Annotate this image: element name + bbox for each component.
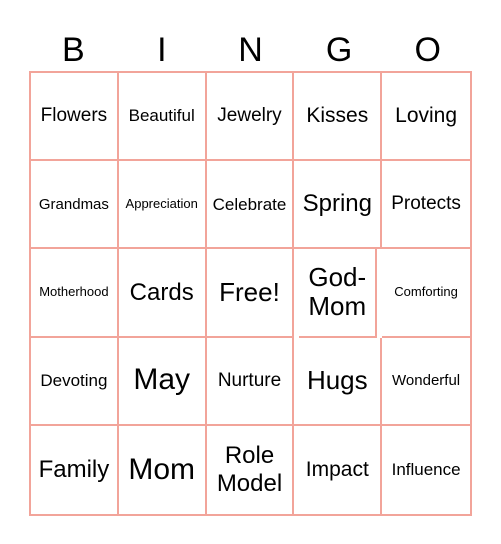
bingo-cell[interactable]: Impact bbox=[294, 425, 383, 514]
bingo-cell[interactable]: Beautiful bbox=[118, 73, 207, 162]
bingo-cell[interactable]: Motherhood bbox=[31, 249, 119, 338]
bingo-cell[interactable]: Influence bbox=[382, 426, 470, 514]
bingo-cell[interactable]: Family bbox=[31, 425, 119, 514]
bingo-cell[interactable]: Flowers bbox=[31, 73, 119, 162]
bingo-cell[interactable]: May bbox=[118, 337, 207, 426]
bingo-grid: Flowers Beautiful Jewelry Kisses Loving … bbox=[29, 71, 472, 516]
header-letter-o: O bbox=[414, 31, 441, 69]
bingo-cell[interactable]: Role Model bbox=[207, 425, 295, 514]
bingo-header: B I N G O bbox=[29, 28, 472, 72]
bingo-cell[interactable]: Jewelry bbox=[206, 73, 295, 162]
bingo-cell[interactable]: Protects bbox=[382, 161, 470, 250]
bingo-cell[interactable]: Appreciation bbox=[118, 161, 207, 250]
bingo-cell[interactable]: Kisses bbox=[294, 73, 383, 162]
bingo-cell[interactable]: Wonderful bbox=[382, 338, 470, 426]
bingo-cell[interactable]: Loving bbox=[382, 73, 470, 162]
bingo-cell[interactable]: Comforting bbox=[382, 249, 470, 338]
bingo-cell[interactable]: Nurture bbox=[206, 337, 295, 426]
header-letter-n: N bbox=[238, 31, 263, 69]
bingo-cell[interactable]: Grandmas bbox=[31, 161, 119, 250]
free-space-cell[interactable]: Free! bbox=[206, 249, 295, 338]
bingo-cell[interactable]: Devoting bbox=[31, 337, 119, 426]
bingo-cell[interactable]: God-Mom bbox=[299, 249, 378, 338]
bingo-cell[interactable]: Mom bbox=[119, 425, 207, 514]
header-letter-b: B bbox=[61, 31, 85, 69]
header-letter-i: I bbox=[157, 31, 167, 69]
bingo-cell[interactable]: Cards bbox=[118, 249, 207, 338]
header-letter-g: G bbox=[325, 31, 353, 69]
bingo-cell[interactable]: Celebrate bbox=[206, 161, 295, 250]
bingo-cell[interactable]: Hugs bbox=[294, 337, 383, 426]
bingo-cell[interactable]: Spring bbox=[294, 161, 383, 250]
